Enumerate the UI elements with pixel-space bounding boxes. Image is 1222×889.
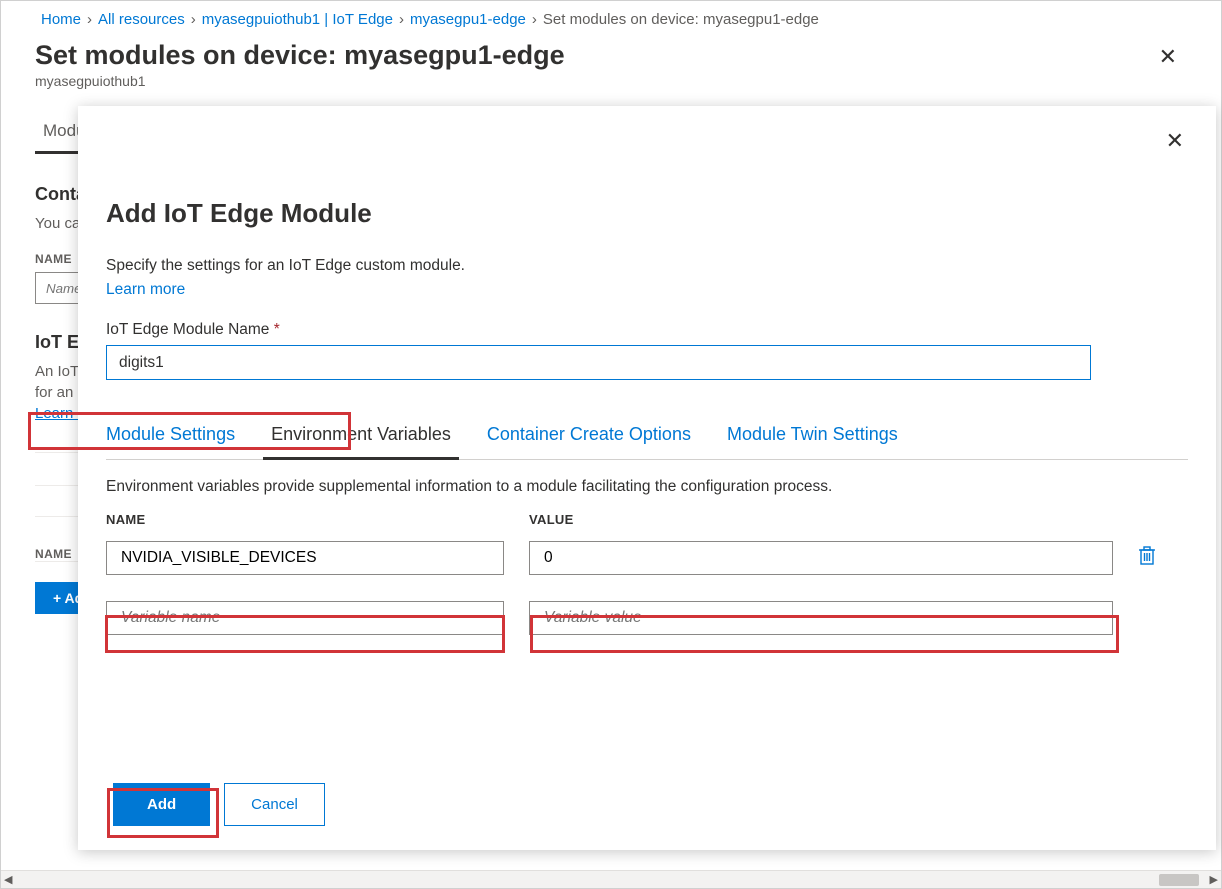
env-vars-description: Environment variables provide supplement… <box>106 478 1188 496</box>
horizontal-scrollbar[interactable]: ◀ ▶ <box>1 870 1221 888</box>
scroll-left-icon[interactable]: ◀ <box>4 873 12 886</box>
env-name-new-input[interactable] <box>106 601 504 635</box>
tab-container-create-options[interactable]: Container Create Options <box>487 416 691 459</box>
chevron-right-icon: › <box>87 11 92 28</box>
breadcrumb-current: Set modules on device: myasegpu1-edge <box>543 11 819 28</box>
tab-module-settings[interactable]: Module Settings <box>106 416 235 459</box>
module-name-label: IoT Edge Module Name * <box>106 321 1188 339</box>
chevron-right-icon: › <box>399 11 404 28</box>
trash-icon[interactable] <box>1138 545 1156 571</box>
env-name-input[interactable] <box>106 541 504 575</box>
cancel-button[interactable]: Cancel <box>224 783 325 826</box>
scroll-thumb[interactable] <box>1159 874 1199 886</box>
add-module-panel: ✕ Add IoT Edge Module Specify the settin… <box>78 106 1216 850</box>
env-name-header: NAME <box>106 512 504 527</box>
scroll-right-icon[interactable]: ▶ <box>1210 873 1218 886</box>
breadcrumb: Home › All resources › myasegpuiothub1 |… <box>1 1 1221 36</box>
chevron-right-icon: › <box>532 11 537 28</box>
add-button[interactable]: Add <box>113 783 210 826</box>
breadcrumb-edge-device[interactable]: myasegpu1-edge <box>410 11 526 28</box>
close-icon[interactable]: ✕ <box>1155 40 1181 74</box>
env-var-new-row <box>106 601 1188 635</box>
panel-close-icon[interactable]: ✕ <box>1162 124 1188 158</box>
tab-module-twin-settings[interactable]: Module Twin Settings <box>727 416 898 459</box>
panel-description: Specify the settings for an IoT Edge cus… <box>106 257 1188 275</box>
page-title: Set modules on device: myasegpu1-edge <box>35 40 565 71</box>
env-value-input[interactable] <box>529 541 1113 575</box>
env-value-new-input[interactable] <box>529 601 1113 635</box>
env-value-header: VALUE <box>529 512 1113 527</box>
module-name-input[interactable] <box>106 345 1091 380</box>
breadcrumb-home[interactable]: Home <box>41 11 81 28</box>
panel-tabs: Module Settings Environment Variables Co… <box>106 416 1188 460</box>
breadcrumb-iothub[interactable]: myasegpuiothub1 | IoT Edge <box>202 11 393 28</box>
tab-environment-variables[interactable]: Environment Variables <box>271 416 451 459</box>
panel-learn-more-link[interactable]: Learn more <box>106 281 1188 299</box>
breadcrumb-all-resources[interactable]: All resources <box>98 11 185 28</box>
chevron-right-icon: › <box>191 11 196 28</box>
panel-title: Add IoT Edge Module <box>106 198 1188 229</box>
page-subtitle: myasegpuiothub1 <box>35 73 565 89</box>
env-var-row <box>106 541 1188 575</box>
